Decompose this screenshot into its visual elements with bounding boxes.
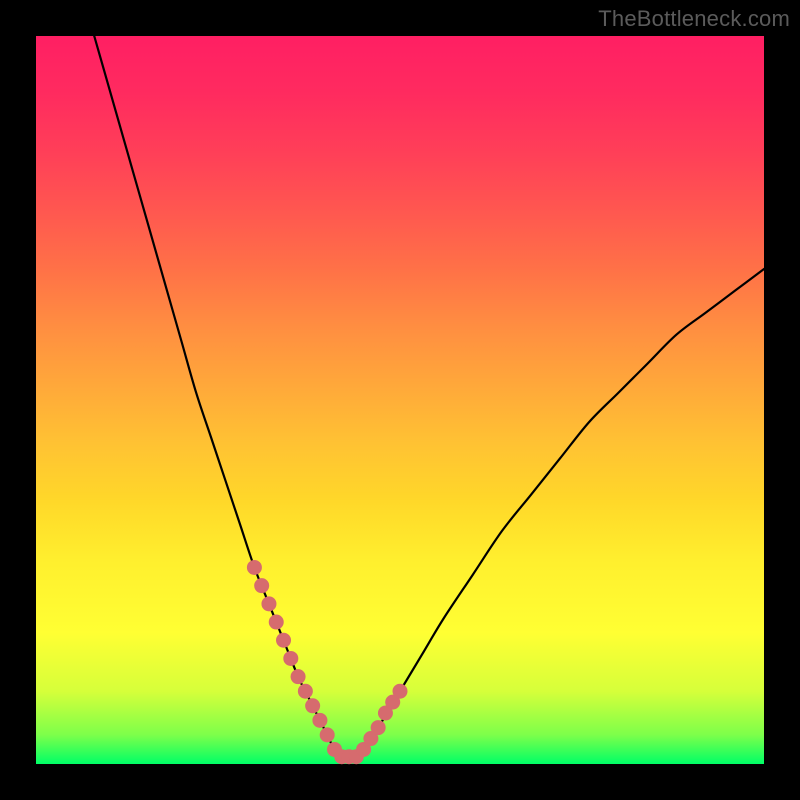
marker-dot — [393, 684, 408, 699]
bottleneck-curve — [94, 36, 764, 757]
marker-dot — [261, 596, 276, 611]
marker-dot — [371, 720, 386, 735]
marker-dot — [254, 578, 269, 593]
watermark-text: TheBottleneck.com — [598, 6, 790, 32]
marker-dot — [269, 615, 284, 630]
marker-dot — [291, 669, 306, 684]
marker-dot — [320, 727, 335, 742]
marker-group — [247, 560, 408, 764]
plot-area — [36, 36, 764, 764]
marker-dot — [298, 684, 313, 699]
curve-layer — [36, 36, 764, 764]
marker-dot — [276, 633, 291, 648]
marker-dot — [305, 698, 320, 713]
chart-frame: TheBottleneck.com — [0, 0, 800, 800]
marker-dot — [283, 651, 298, 666]
marker-dot — [312, 713, 327, 728]
marker-dot — [247, 560, 262, 575]
